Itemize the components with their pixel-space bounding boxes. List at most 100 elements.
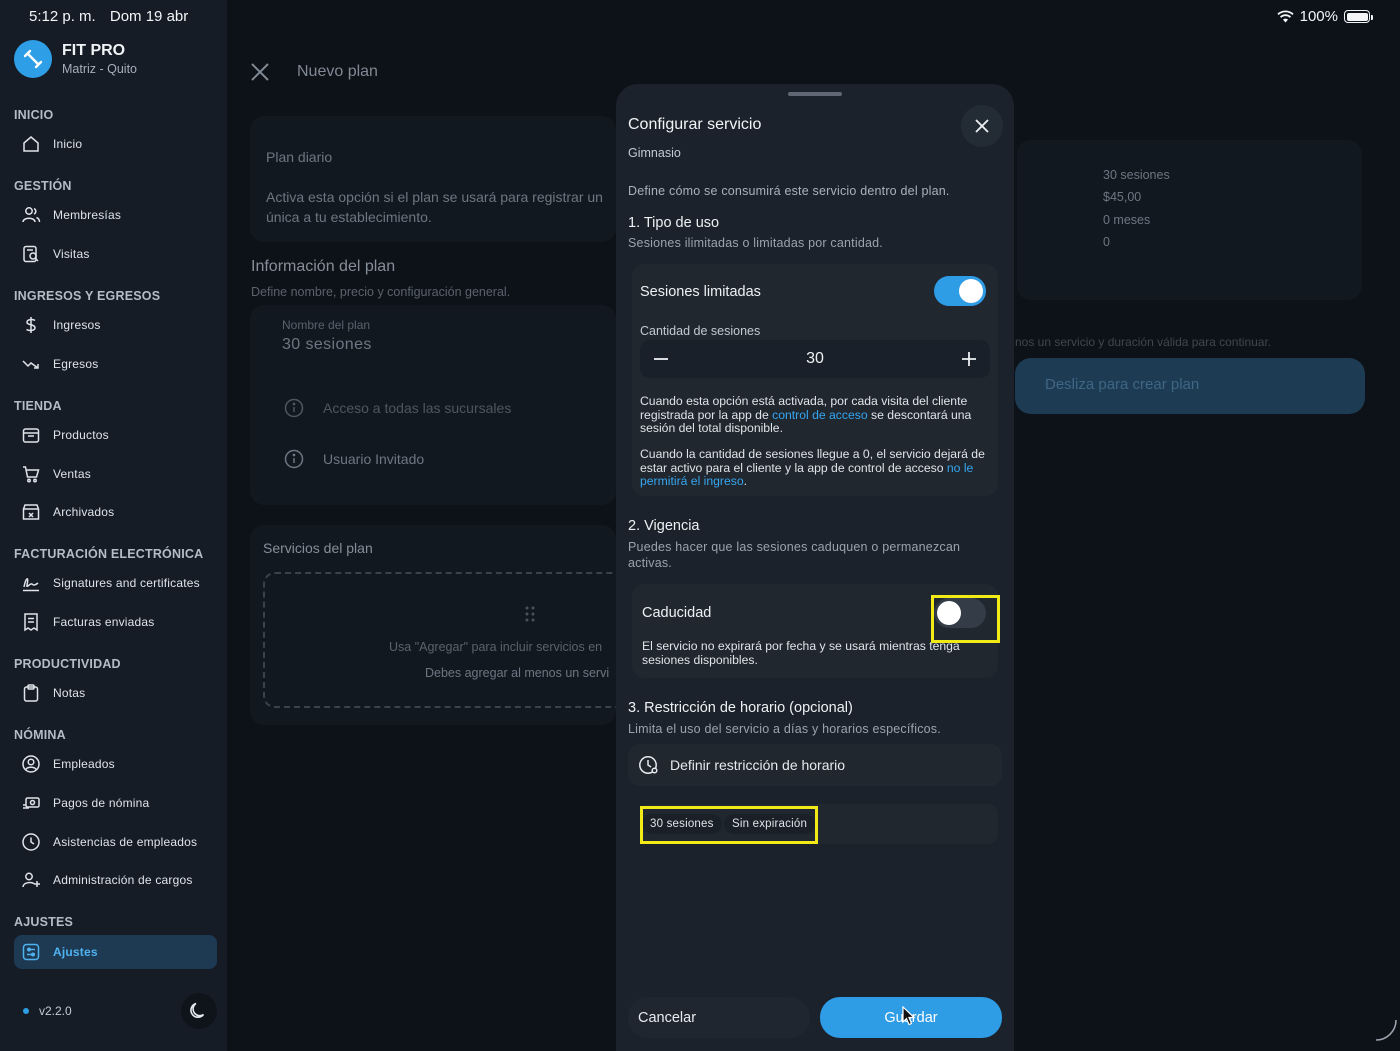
close-page-button[interactable] — [249, 61, 271, 88]
section-gestion: GESTIÓN — [14, 179, 72, 193]
define-schedule-label: Definir restricción de horario — [670, 757, 846, 773]
info-icon — [284, 398, 304, 418]
user-add-icon — [20, 869, 42, 891]
slide-button-label: Desliza para crear plan — [1045, 376, 1200, 393]
signature-icon — [20, 572, 42, 594]
trend-down-icon — [20, 353, 42, 375]
wifi-icon — [1277, 10, 1294, 23]
mouse-cursor-icon — [902, 1006, 916, 1026]
daily-plan-desc-1: Activa esta opción si el plan se usará p… — [266, 189, 603, 205]
brand[interactable]: FIT PRO Matriz - Quito — [14, 40, 137, 78]
sidebar-item-ventas[interactable]: Ventas — [14, 457, 217, 491]
status-time: 5:12 p. m. — [29, 8, 96, 25]
app-version: v2.2.0 — [39, 1004, 72, 1018]
schedule-section-subtitle: Limita el uso del servicio a días y hora… — [628, 722, 941, 736]
modal-close-button[interactable] — [961, 105, 1003, 147]
section-inicio: INICIO — [14, 108, 54, 122]
section-nomina: NÓMINA — [14, 728, 66, 742]
sidebar-item-label: Administración de cargos — [53, 873, 193, 887]
user-circle-icon — [20, 753, 42, 775]
sidebar-item-egresos[interactable]: Egresos — [14, 347, 217, 381]
sessions-quantity-value[interactable]: 30 — [640, 350, 990, 368]
sidebar-item-archivados[interactable]: Archivados — [14, 495, 217, 529]
visits-icon — [20, 243, 42, 265]
modal-title: Configurar servicio — [628, 116, 762, 133]
sidebar-item-label: Ajustes — [53, 945, 98, 959]
cart-icon — [20, 463, 42, 485]
sidebar-item-inicio[interactable]: Inicio — [14, 127, 217, 161]
info-icon — [284, 449, 304, 469]
payment-icon — [20, 792, 42, 814]
services-warning: Debes agregar al menos un servi — [425, 666, 610, 680]
services-empty-hint: Usa "Agregar" para incluir servicios en — [389, 640, 603, 654]
sidebar-footer: v2.2.0 — [14, 993, 217, 1029]
plus-icon — [962, 352, 976, 366]
battery-percent: 100% — [1299, 8, 1338, 25]
sheet-grabber[interactable] — [788, 92, 842, 96]
configure-service-modal: Configurar servicio Gimnasio Define cómo… — [616, 84, 1014, 1051]
sidebar-item-signatures[interactable]: Signatures and certificates — [14, 566, 217, 600]
plan-name-input[interactable]: 30 sesiones — [282, 336, 372, 354]
clipboard-icon — [20, 682, 42, 704]
sidebar-item-label: Asistencias de empleados — [53, 835, 198, 849]
sidebar-item-label: Notas — [53, 686, 86, 700]
clock-icon — [20, 831, 42, 853]
sidebar-item-label: Egresos — [53, 357, 99, 371]
limited-sessions-toggle[interactable] — [934, 276, 986, 306]
sidebar-item-asistencias[interactable]: Asistencias de empleados — [14, 825, 217, 859]
zero-sessions-help: Cuando la cantidad de sesiones llegue a … — [640, 447, 985, 488]
section-ingresos-egresos: INGRESOS Y EGRESOS — [14, 289, 161, 303]
sidebar-item-ajustes[interactable]: Ajustes — [14, 935, 217, 969]
usage-section-title: 1. Tipo de uso — [628, 215, 720, 231]
guest-user-label[interactable]: Usuario Invitado — [323, 451, 424, 467]
validation-note: nos un servicio y duración válida para c… — [1015, 335, 1272, 349]
services-dropzone[interactable]: Usa "Agregar" para incluir servicios en … — [263, 572, 643, 708]
status-bar: 5:12 p. m. Dom 19 abr 100% — [0, 0, 1400, 32]
limited-sessions-label: Sesiones limitadas — [640, 284, 761, 300]
sidebar-item-ingresos[interactable]: Ingresos — [14, 308, 217, 342]
dumbbell-logo-icon — [14, 40, 52, 78]
slide-to-create-button[interactable]: Desliza para crear plan — [1015, 358, 1365, 414]
cancel-button[interactable]: Cancelar — [628, 997, 810, 1038]
sidebar-item-notas[interactable]: Notas — [14, 676, 217, 710]
sidebar-item-label: Membresías — [53, 208, 122, 222]
sidebar-item-label: Empleados — [53, 757, 115, 771]
access-all-branches-label[interactable]: Acceso a todas las sucursales — [323, 400, 511, 416]
daily-plan-title: Plan diario — [266, 149, 333, 165]
access-control-help: Cuando esta opción está activada, por ca… — [640, 394, 972, 435]
define-schedule-button[interactable]: Definir restricción de horario — [628, 744, 1002, 786]
increment-button[interactable] — [954, 344, 984, 374]
plan-services-card: Servicios del plan Usa "Agregar" para in… — [250, 525, 643, 725]
service-name: Gimnasio — [628, 146, 681, 160]
online-status-dot — [23, 1008, 29, 1014]
sidebar-item-pagos-nomina[interactable]: Pagos de nómina — [14, 786, 217, 820]
brand-branch: Matriz - Quito — [62, 62, 138, 76]
plan-summary-card: 30 sesiones $45,00 0 meses 0 — [1017, 140, 1362, 300]
sidebar-item-empleados[interactable]: Empleados — [14, 747, 217, 781]
daily-plan-card[interactable]: Plan diario Activa esta opción si el pla… — [250, 116, 616, 242]
drag-handle-icon — [525, 606, 535, 622]
plan-info-title: Información del plan — [251, 258, 396, 275]
access-control-link[interactable]: control de acceso — [772, 408, 868, 422]
archive-icon — [20, 501, 42, 523]
sidebar-item-membresias[interactable]: Membresías — [14, 198, 217, 232]
sidebar-item-visitas[interactable]: Visitas — [14, 237, 217, 271]
expiry-label: Caducidad — [642, 605, 712, 621]
sidebar-item-productos[interactable]: Productos — [14, 418, 217, 452]
summary-price: $45,00 — [1103, 190, 1142, 204]
sessions-quantity-label: Cantidad de sesiones — [640, 324, 761, 338]
resize-handle-icon — [1375, 1019, 1397, 1041]
battery-icon — [1344, 10, 1373, 23]
sidebar-item-cargos[interactable]: Administración de cargos — [14, 863, 217, 897]
sidebar-item-label: Facturas enviadas — [53, 615, 155, 629]
dark-mode-toggle[interactable] — [181, 993, 217, 1029]
moon-icon — [190, 1002, 205, 1019]
section-facturacion: FACTURACIÓN ELECTRÓNICA — [14, 547, 204, 561]
sidebar: FIT PRO Matriz - Quito INICIO Inicio GES… — [0, 0, 227, 1051]
sidebar-item-label: Ventas — [53, 467, 91, 481]
sidebar-item-label: Productos — [53, 428, 109, 442]
sidebar-item-facturas[interactable]: Facturas enviadas — [14, 605, 217, 639]
sidebar-item-label: Inicio — [53, 137, 83, 151]
summary-duration: 0 meses — [1103, 213, 1151, 227]
daily-plan-desc-2: única a tu establecimiento. — [266, 209, 432, 225]
